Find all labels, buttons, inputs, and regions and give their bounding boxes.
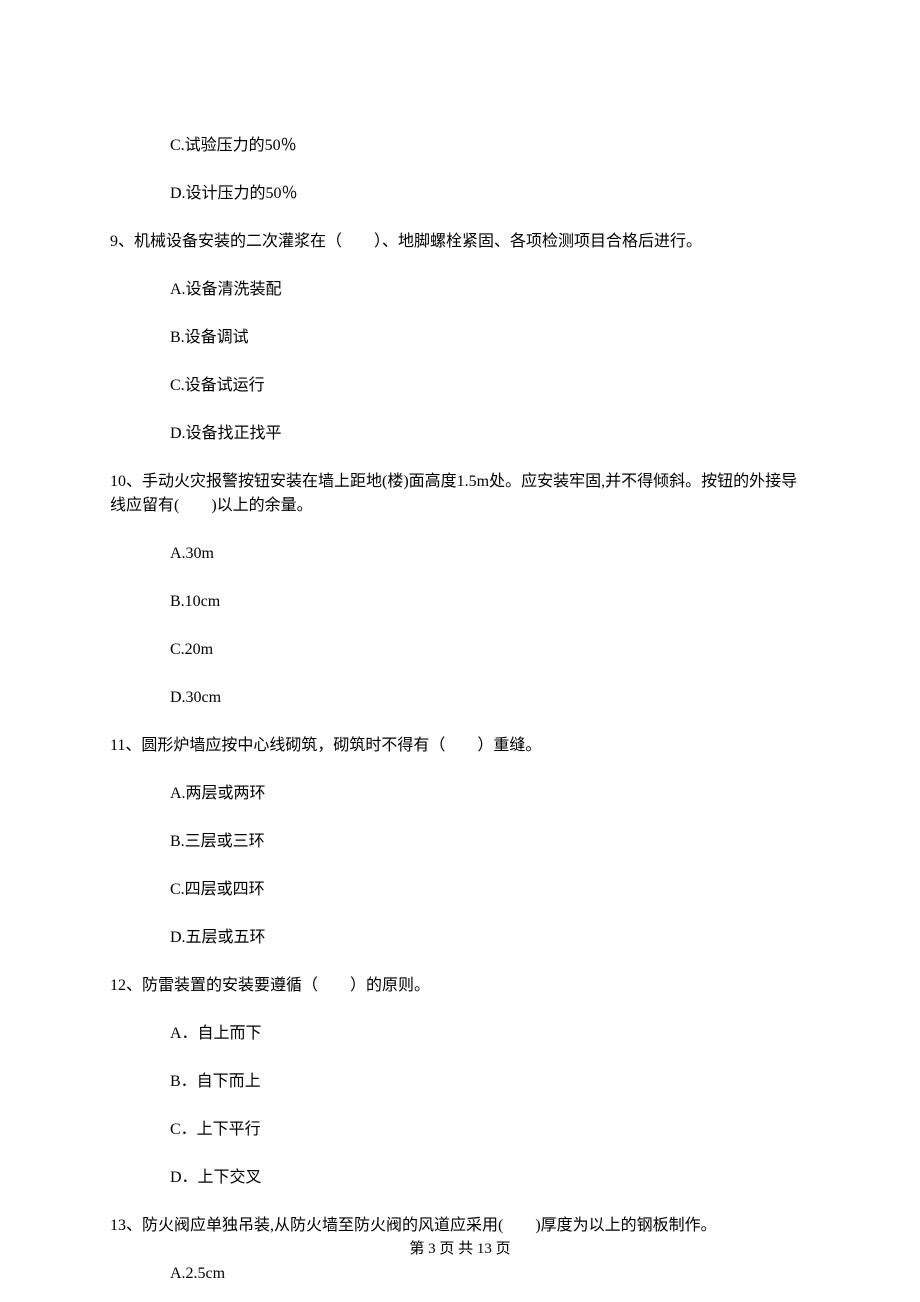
question-11-stem: 11、圆形炉墙应按中心线砌筑，砌筑时不得有（ ）重缝。 <box>110 734 810 758</box>
question-12-option-a: A．自上而下 <box>170 1022 810 1046</box>
question-9-option-c: C.设备试运行 <box>170 374 810 398</box>
document-page: C.试验压力的50％ D.设计压力的50％ 9、机械设备安装的二次灌浆在（ ）、… <box>0 0 920 1302</box>
question-11-option-d: D.五层或五环 <box>170 926 810 950</box>
option-c: C.试验压力的50％ <box>170 134 810 158</box>
question-10-option-b: B.10cm <box>170 590 810 614</box>
question-10-stem: 10、手动火灾报警按钮安装在墙上距地(楼)面高度1.5m处。应安装牢固,并不得倾… <box>110 470 810 518</box>
content-area: C.试验压力的50％ D.设计压力的50％ 9、机械设备安装的二次灌浆在（ ）、… <box>110 134 810 1286</box>
question-10-option-d: D.30cm <box>170 686 810 710</box>
option-d: D.设计压力的50％ <box>170 182 810 206</box>
question-9-option-a: A.设备清洗装配 <box>170 278 810 302</box>
question-11-option-c: C.四层或四环 <box>170 878 810 902</box>
question-10-option-a: A.30m <box>170 542 810 566</box>
question-12-option-d: D．上下交叉 <box>170 1166 810 1190</box>
question-12-option-c: C．上下平行 <box>170 1118 810 1142</box>
question-13-option-a: A.2.5cm <box>170 1262 810 1286</box>
question-11-option-b: B.三层或三环 <box>170 830 810 854</box>
question-12-option-b: B．自下而上 <box>170 1070 810 1094</box>
question-11-option-a: A.两层或两环 <box>170 782 810 806</box>
question-13-stem: 13、防火阀应单独吊装,从防火墙至防火阀的风道应采用( )厚度为以上的钢板制作。 <box>110 1214 810 1238</box>
page-footer: 第 3 页 共 13 页 <box>0 1238 920 1261</box>
question-10-option-c: C.20m <box>170 638 810 662</box>
question-9-option-b: B.设备调试 <box>170 326 810 350</box>
question-9-stem: 9、机械设备安装的二次灌浆在（ ）、地脚螺栓紧固、各项检测项目合格后进行。 <box>110 230 810 254</box>
question-12-stem: 12、防雷装置的安装要遵循（ ）的原则。 <box>110 974 810 998</box>
question-9-option-d: D.设备找正找平 <box>170 422 810 446</box>
